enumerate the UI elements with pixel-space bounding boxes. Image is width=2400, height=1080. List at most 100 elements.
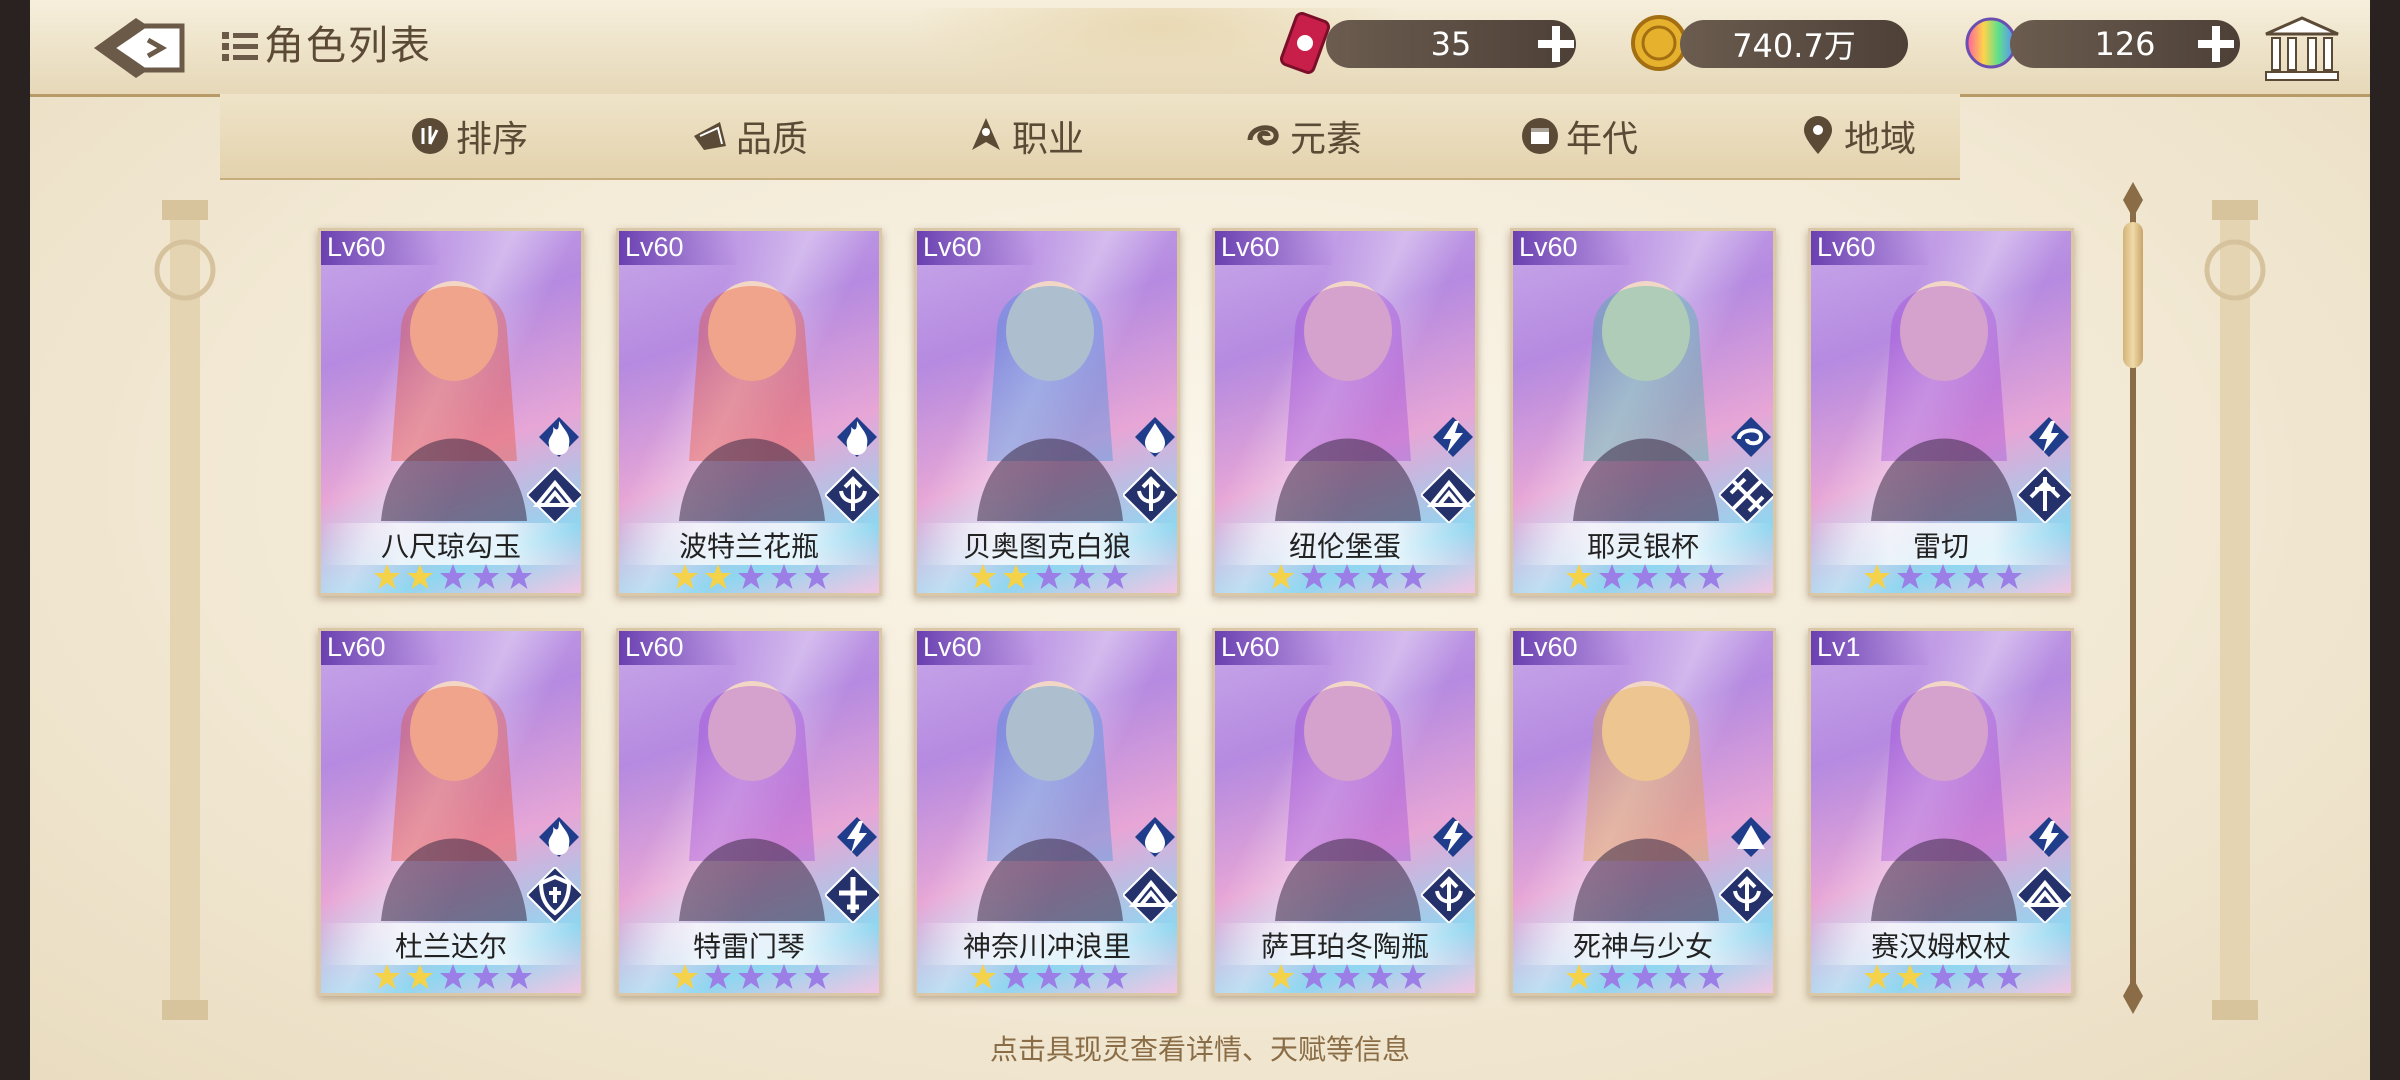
- shield-class-icon: [527, 867, 581, 923]
- hint-text: 点击具现灵查看详情、天赋等信息: [989, 1033, 1410, 1066]
- star-empty-icon: [1003, 964, 1029, 989]
- star-empty-icon: [1665, 964, 1691, 989]
- star-empty-icon: [1698, 964, 1724, 989]
- character-name: 纽伦堡蛋: [1288, 530, 1401, 563]
- filter-bar: 排序 品质 职业 元素 年代 地域: [220, 94, 1960, 180]
- character-card[interactable]: Lv60 贝奥图克白狼: [914, 228, 1180, 596]
- thunder-element-icon: [1433, 417, 1473, 457]
- list-icon: [222, 32, 258, 61]
- character-card[interactable]: Lv60 波特兰花瓶: [616, 228, 882, 596]
- book-class-icon: [2017, 867, 2071, 923]
- star-filled-icon: [1864, 964, 1890, 989]
- wind-element-icon: [1731, 417, 1771, 457]
- star-empty-icon: [1102, 964, 1128, 989]
- add-crystal-button[interactable]: [2194, 22, 2238, 66]
- star-empty-icon: [1334, 964, 1360, 989]
- filter-quality[interactable]: 品质: [690, 108, 808, 164]
- filter-element[interactable]: 元素: [1244, 108, 1362, 164]
- archer-class-icon: [825, 467, 879, 523]
- star-empty-icon: [1632, 964, 1658, 989]
- star-rating: [969, 563, 1134, 593]
- scroll-thumb[interactable]: [2123, 222, 2143, 368]
- character-card[interactable]: Lv60 纽伦堡蛋: [1212, 228, 1478, 596]
- filter-sort[interactable]: 排序: [410, 108, 528, 164]
- star-empty-icon: [804, 564, 830, 589]
- character-card[interactable]: Lv60 八尺琼勾玉: [318, 228, 584, 596]
- cross-class-icon: [825, 867, 879, 923]
- star-empty-icon: [1930, 964, 1956, 989]
- gold-amount: 740.7万: [1732, 27, 1856, 65]
- character-card[interactable]: Lv60 雷切: [1808, 228, 2074, 596]
- character-name: 八尺琼勾玉: [380, 530, 521, 563]
- add-ticket-button[interactable]: [1534, 22, 1578, 66]
- star-filled-icon: [970, 964, 996, 989]
- character-card[interactable]: Lv60 耶灵银杯: [1510, 228, 1776, 596]
- archer-class-icon: [1719, 867, 1773, 923]
- star-empty-icon: [1599, 964, 1625, 989]
- star-empty-icon: [1963, 964, 1989, 989]
- star-filled-icon: [407, 964, 433, 989]
- character-card[interactable]: Lv1 赛汉姆权杖: [1808, 628, 2074, 996]
- character-card[interactable]: Lv60 杜兰达尔: [318, 628, 584, 996]
- star-empty-icon: [705, 964, 731, 989]
- star-filled-icon: [374, 564, 400, 589]
- back-button[interactable]: [86, 14, 206, 82]
- filter-class[interactable]: 职业: [966, 108, 1084, 164]
- thunder-element-icon: [1433, 817, 1473, 857]
- star-empty-icon: [1069, 964, 1095, 989]
- star-filled-icon: [374, 964, 400, 989]
- star-empty-icon: [473, 564, 499, 589]
- sort-icon: [412, 118, 448, 154]
- region-icon: [1804, 116, 1832, 154]
- level-label: Lv60: [625, 232, 684, 262]
- star-empty-icon: [1301, 564, 1327, 589]
- star-filled-icon: [672, 564, 698, 589]
- level-label: Lv60: [1817, 232, 1876, 262]
- star-filled-icon: [407, 564, 433, 589]
- star-empty-icon: [440, 964, 466, 989]
- character-card[interactable]: Lv60 特雷门琴: [616, 628, 882, 996]
- star-empty-icon: [1930, 564, 1956, 589]
- star-empty-icon: [506, 964, 532, 989]
- star-rating: [1863, 563, 2028, 593]
- level-label: Lv60: [1221, 632, 1280, 662]
- character-name: 雷切: [1912, 530, 1969, 563]
- level-label: Lv1: [1817, 632, 1861, 662]
- star-empty-icon: [1367, 564, 1393, 589]
- museum-icon[interactable]: [2262, 14, 2342, 84]
- star-rating: [1267, 963, 1432, 993]
- star-empty-icon: [1400, 964, 1426, 989]
- star-empty-icon: [1698, 564, 1724, 589]
- swords-class-icon: [1719, 467, 1773, 523]
- left-pillar-ornament: [154, 200, 216, 1020]
- filter-era[interactable]: 年代: [1520, 108, 1638, 164]
- star-filled-icon: [1268, 564, 1294, 589]
- water-element-icon: [1135, 417, 1175, 457]
- star-empty-icon: [738, 564, 764, 589]
- star-filled-icon: [1566, 964, 1592, 989]
- fire-element-icon: [539, 817, 579, 857]
- scroll-bottom-ornament: [2123, 978, 2143, 1014]
- character-card[interactable]: Lv60 神奈川冲浪里: [914, 628, 1180, 996]
- star-empty-icon: [1301, 964, 1327, 989]
- right-pillar-ornament: [2204, 200, 2266, 1020]
- book-class-icon: [1123, 867, 1177, 923]
- star-rating: [373, 563, 538, 593]
- character-card[interactable]: Lv60 死神与少女: [1510, 628, 1776, 996]
- star-empty-icon: [738, 964, 764, 989]
- star-empty-icon: [473, 964, 499, 989]
- star-empty-icon: [1897, 564, 1923, 589]
- star-rating: [373, 963, 538, 993]
- fire-element-icon: [837, 417, 877, 457]
- star-filled-icon: [1003, 564, 1029, 589]
- filter-region[interactable]: 地域: [1798, 108, 1916, 164]
- character-card[interactable]: Lv60 萨耳珀冬陶瓶: [1212, 628, 1478, 996]
- star-filled-icon: [1566, 564, 1592, 589]
- star-empty-icon: [1036, 564, 1062, 589]
- level-label: Lv60: [923, 632, 982, 662]
- star-empty-icon: [1996, 964, 2022, 989]
- character-name: 耶灵银杯: [1586, 530, 1699, 563]
- archer-class-icon: [1123, 467, 1177, 523]
- gold-counter: 740.7万: [1680, 20, 1908, 68]
- book-class-icon: [1421, 467, 1475, 523]
